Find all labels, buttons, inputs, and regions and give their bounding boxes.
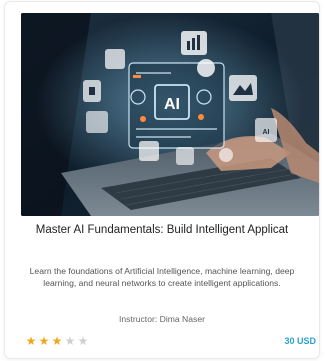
course-description: Learn the foundations of Artificial Inte… [29, 266, 295, 288]
svg-text:AI: AI [263, 129, 270, 136]
star-empty-icon: ★ [64, 334, 76, 348]
star-filled-icon: ★ [25, 334, 37, 348]
rating-stars: ★ ★ ★ ★ ★ [25, 334, 89, 348]
ai-label: AI [164, 96, 180, 113]
course-price: 30 USD [284, 336, 316, 346]
star-filled-icon: ★ [51, 334, 63, 348]
star-empty-icon: ★ [77, 334, 89, 348]
star-filled-icon: ★ [38, 334, 50, 348]
course-title[interactable]: Master AI Fundamentals: Build Intelligen… [4, 224, 320, 236]
course-thumbnail[interactable]: AI AI [21, 13, 319, 216]
course-instructor: Instructor: Dima Naser [119, 314, 205, 324]
